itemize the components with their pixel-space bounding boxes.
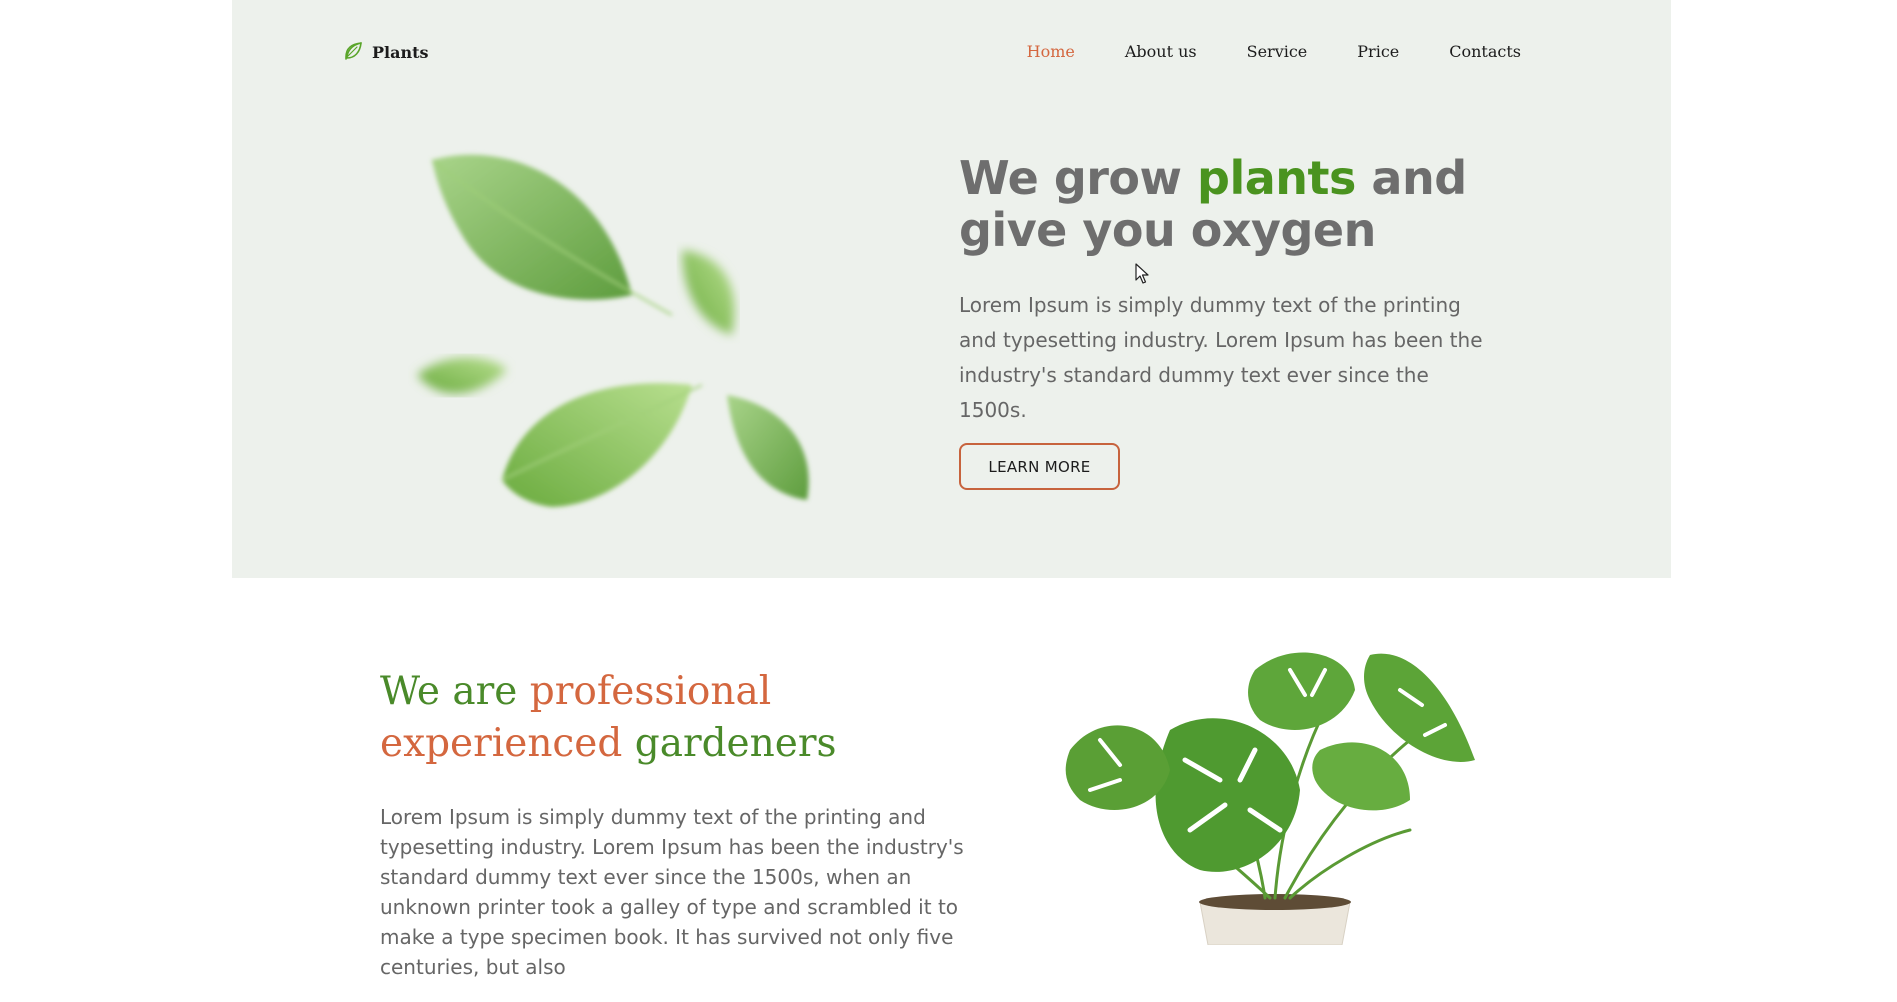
leaf-small-right — [682, 250, 735, 335]
site-header: Plants Home About us Service Price Conta… — [232, 0, 1671, 103]
nav-price[interactable]: Price — [1357, 42, 1399, 62]
nav-about-us[interactable]: About us — [1125, 42, 1197, 62]
hero-copy: We grow plants and give you oxygen Lorem… — [959, 151, 1539, 490]
leaf-middle — [501, 383, 703, 507]
falling-leaves-illustration — [417, 154, 809, 507]
hero-title-accent: plants — [1197, 151, 1356, 205]
brand-name: Plants — [372, 42, 429, 62]
mouse-cursor-icon — [1135, 263, 1149, 284]
hero-title: We grow plants and give you oxygen — [959, 151, 1467, 257]
hero-description: Lorem Ipsum is simply dummy text of the … — [959, 293, 1483, 422]
monstera-plant-image — [1065, 652, 1475, 945]
about-description: Lorem Ipsum is simply dummy text of the … — [380, 805, 964, 979]
leaf-small-left — [417, 357, 507, 394]
brand-logo[interactable]: Plants — [341, 40, 429, 64]
main-nav: Home About us Service Price Contacts — [977, 42, 1521, 62]
hero-section: Plants Home About us Service Price Conta… — [232, 0, 1671, 578]
leaf-icon — [345, 42, 362, 60]
leaf-large — [431, 154, 673, 316]
leaf-right — [727, 395, 809, 500]
about-title: We are professional experienced gardener… — [380, 669, 837, 766]
learn-more-button[interactable]: LEARN MORE — [959, 443, 1120, 490]
about-section: We are professional experienced gardener… — [380, 666, 1000, 1002]
nav-service[interactable]: Service — [1247, 42, 1308, 62]
nav-home[interactable]: Home — [1027, 42, 1075, 62]
nav-contacts[interactable]: Contacts — [1449, 42, 1521, 62]
